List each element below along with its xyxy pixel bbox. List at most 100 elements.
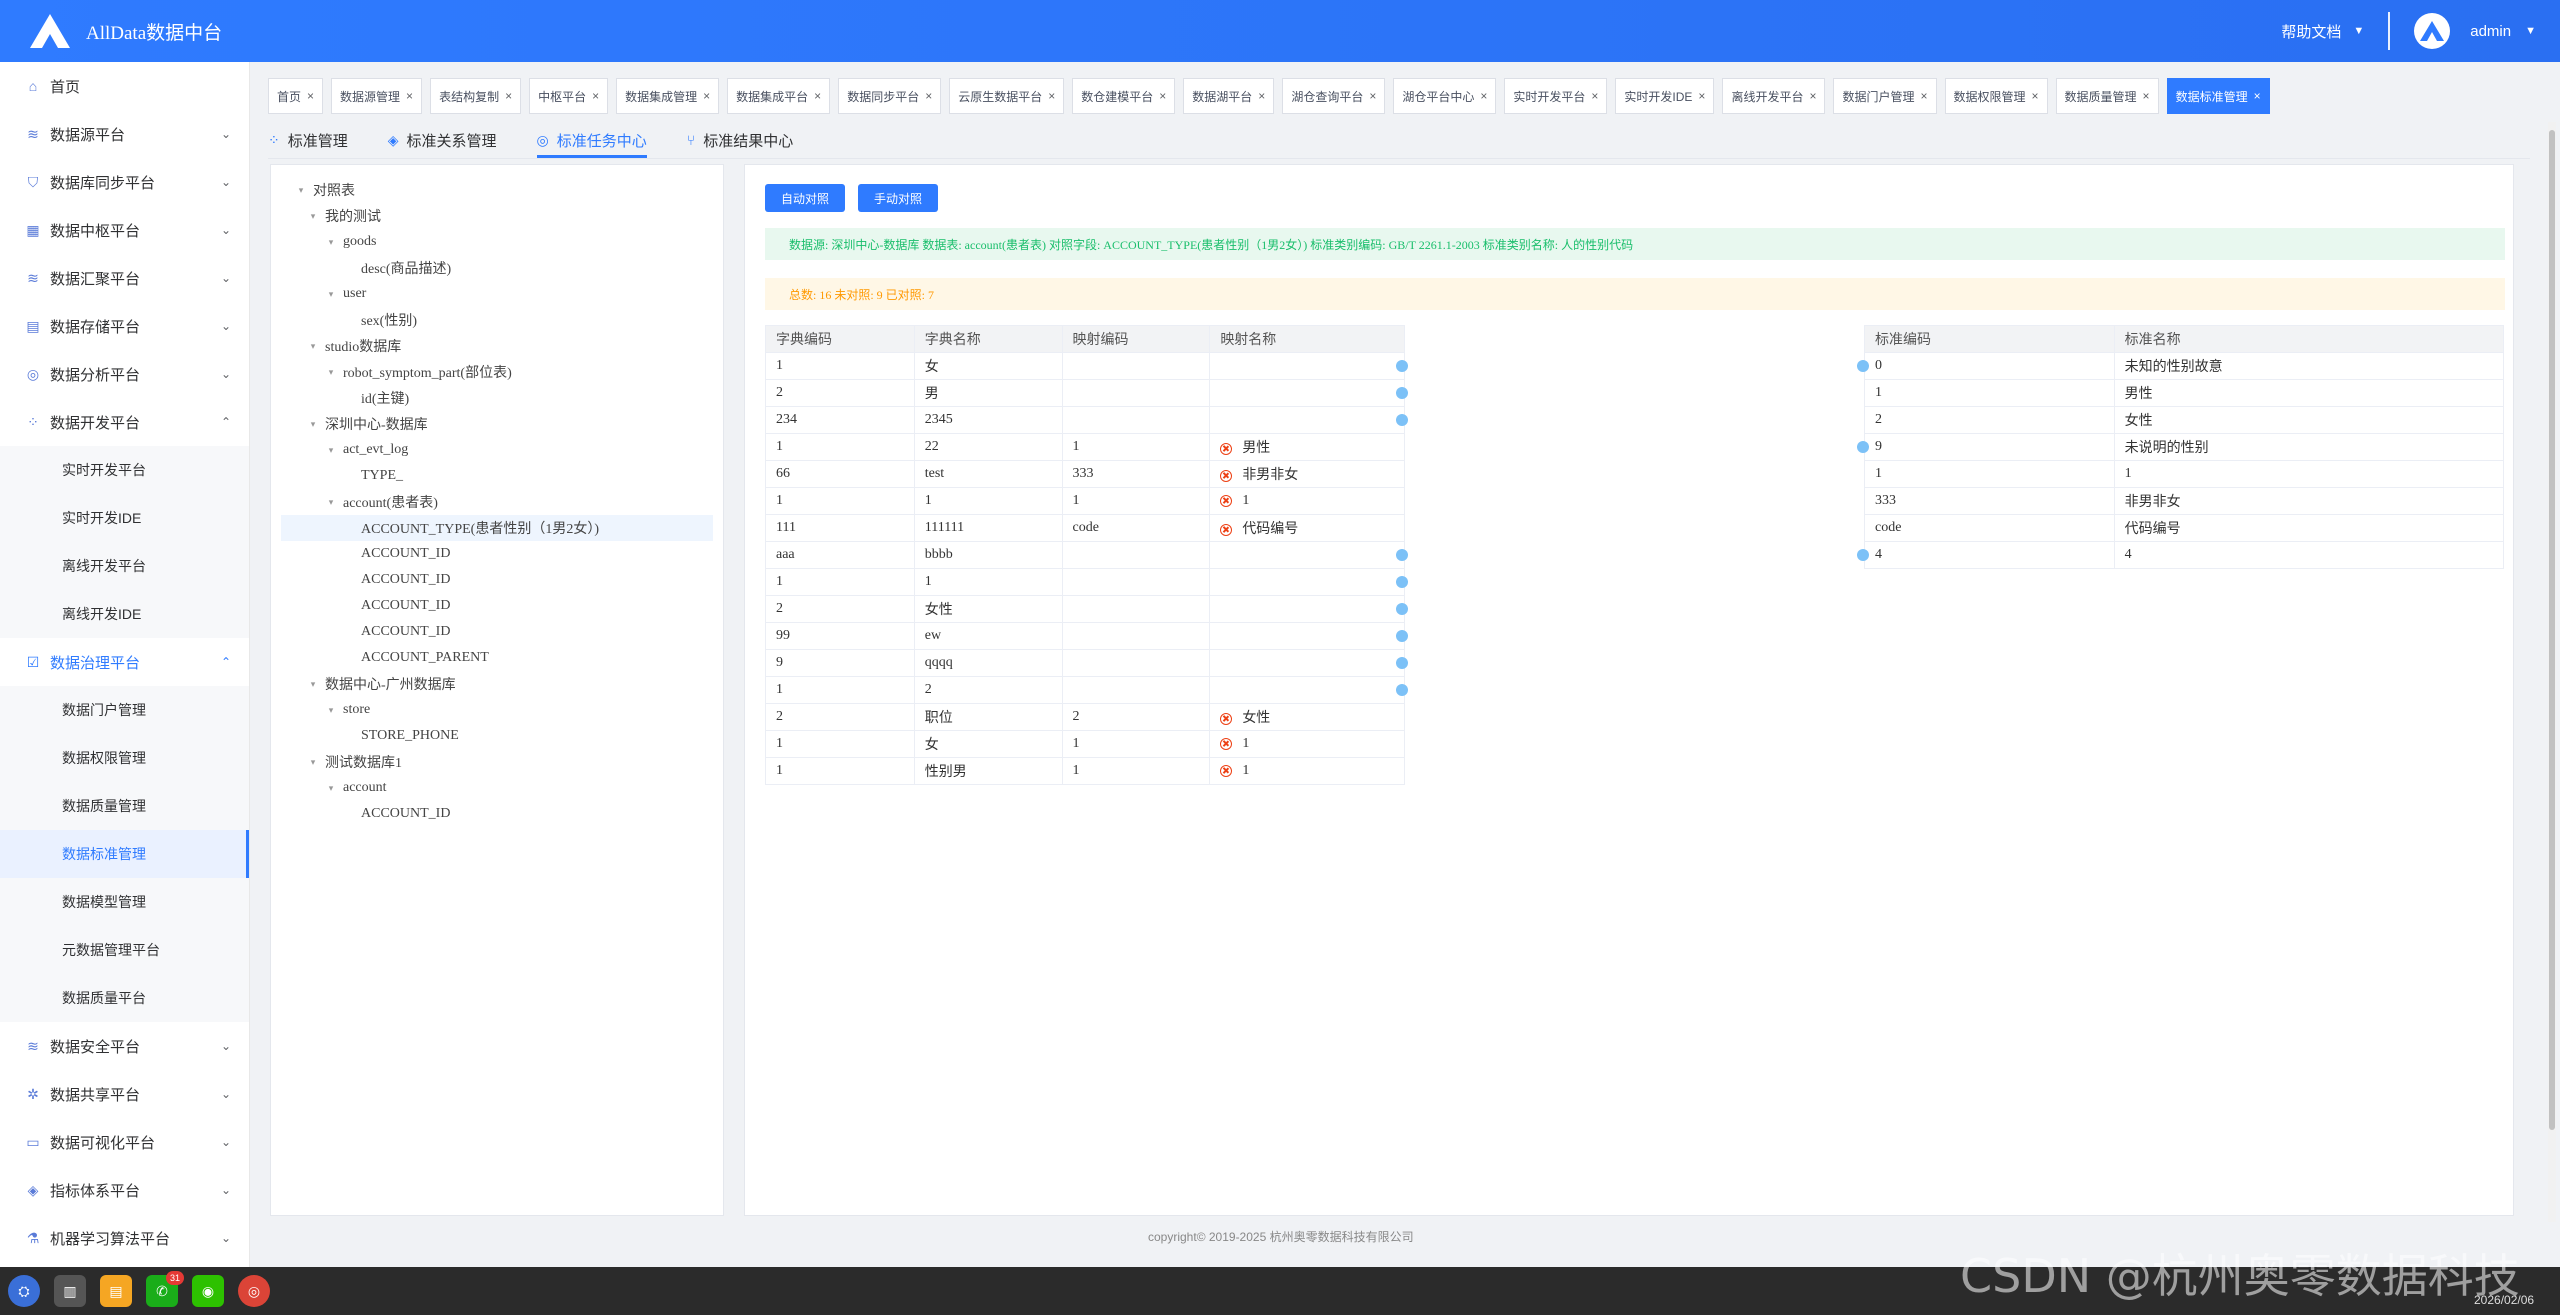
caret-down-icon[interactable]: ▾: [323, 497, 339, 508]
page-tab[interactable]: 数据湖平台 ×: [1183, 78, 1275, 114]
avatar[interactable]: [2414, 13, 2451, 49]
close-icon[interactable]: ×: [703, 89, 710, 103]
page-tab[interactable]: 实时开发IDE ×: [1615, 78, 1715, 114]
page-tab[interactable]: 湖仓查询平台 ×: [1282, 78, 1386, 114]
sidebar-item-dev[interactable]: ⁘ 数据开发平台 ⌃: [0, 398, 249, 446]
tree-node[interactable]: ACCOUNT_ID: [281, 593, 713, 619]
caret-down-icon[interactable]: ▾: [293, 185, 309, 196]
page-tab[interactable]: 中枢平台 ×: [529, 78, 609, 114]
page-tab[interactable]: 数据源管理 ×: [331, 78, 423, 114]
tree-node[interactable]: ACCOUNT_ID: [281, 541, 713, 567]
tab-standard-relation[interactable]: ◈ 标准关系管理: [388, 124, 497, 156]
caret-down-icon[interactable]: ▾: [305, 341, 321, 352]
page-tab[interactable]: 数据权限管理 ×: [1944, 78, 2048, 114]
task-view-icon[interactable]: ▥: [54, 1275, 86, 1307]
close-icon[interactable]: ×: [1591, 89, 1598, 103]
tree-node[interactable]: ▾ user: [281, 281, 713, 307]
table-row[interactable]: 2男: [765, 379, 1405, 407]
caret-down-icon[interactable]: ▾: [305, 757, 321, 768]
table-row[interactable]: 2 女性: [1864, 406, 2505, 434]
connector-dot[interactable]: [1396, 603, 1408, 615]
connector-dot[interactable]: [1857, 441, 1869, 453]
connector-dot[interactable]: [1396, 657, 1408, 669]
table-row[interactable]: 11: [1864, 460, 2505, 488]
connector-dot[interactable]: [1396, 576, 1408, 588]
remove-mapping-icon[interactable]: [1220, 737, 1233, 750]
sidebar-item-share[interactable]: ✲ 数据共享平台 ⌄: [0, 1070, 249, 1118]
sidebar-subitem[interactable]: 实时开发IDE: [0, 494, 249, 542]
tree-node[interactable]: ACCOUNT_PARENT: [281, 645, 713, 671]
close-icon[interactable]: ×: [307, 89, 314, 103]
remove-mapping-icon[interactable]: [1220, 523, 1233, 536]
tree-node[interactable]: ▾ 数据中心-广州数据库: [281, 671, 713, 697]
page-tab[interactable]: 数据门户管理 ×: [1833, 78, 1937, 114]
sidebar-item-metrics[interactable]: ◈ 指标体系平台 ⌄: [0, 1166, 249, 1214]
tree-node[interactable]: ▾ store: [281, 697, 713, 723]
page-tab[interactable]: 数仓建模平台 ×: [1072, 78, 1176, 114]
wechat-icon[interactable]: ◉: [192, 1275, 224, 1307]
connector-dot[interactable]: [1396, 630, 1408, 642]
sidebar-item-datasource[interactable]: ≋ 数据源平台 ⌄: [0, 110, 249, 158]
sidebar-item-security[interactable]: ≋ 数据安全平台 ⌄: [0, 1022, 249, 1070]
close-icon[interactable]: ×: [2032, 89, 2039, 103]
table-row[interactable]: 2 职位 2 女性: [765, 703, 1405, 731]
table-row[interactable]: aaa bbbb: [765, 541, 1405, 569]
sidebar-item-db-sync[interactable]: ⛉ 数据库同步平台 ⌄: [0, 158, 249, 206]
table-row[interactable]: 234 2345: [765, 406, 1405, 434]
caret-down-icon[interactable]: ▾: [323, 783, 339, 794]
tree-node[interactable]: id(主键): [281, 385, 713, 411]
connector-dot[interactable]: [1857, 549, 1869, 561]
page-tab[interactable]: 数据质量管理 ×: [2055, 78, 2159, 114]
user-menu[interactable]: admin ▼: [2470, 23, 2536, 40]
sidebar-subitem[interactable]: 数据质量管理: [0, 782, 249, 830]
tab-standard-manage[interactable]: ⁘ 标准管理: [268, 124, 348, 156]
page-tab[interactable]: 表结构复制 ×: [430, 78, 522, 114]
page-scrollbar[interactable]: [2548, 122, 2556, 1222]
connector-dot[interactable]: [1396, 684, 1408, 696]
tree-node[interactable]: ▾ act_evt_log: [281, 437, 713, 463]
sidebar-item-analysis[interactable]: ◎ 数据分析平台 ⌄: [0, 350, 249, 398]
tree-node[interactable]: TYPE_: [281, 463, 713, 489]
sidebar-subitem[interactable]: 数据门户管理: [0, 686, 249, 734]
table-row[interactable]: 333 非男非女: [1864, 487, 2505, 515]
close-icon[interactable]: ×: [1480, 89, 1487, 103]
sidebar-item-aggregation[interactable]: ≋ 数据汇聚平台 ⌄: [0, 254, 249, 302]
sidebar-subitem-standard[interactable]: 数据标准管理: [0, 830, 249, 878]
file-manager-icon[interactable]: ▤: [100, 1275, 132, 1307]
table-row[interactable]: code 代码编号: [1864, 514, 2505, 542]
caret-down-icon[interactable]: ▾: [305, 679, 321, 690]
connector-dot[interactable]: [1396, 360, 1408, 372]
app-logo[interactable]: AllData数据中台: [0, 12, 250, 50]
tree-node[interactable]: ▾ account(患者表): [281, 489, 713, 515]
sidebar-subitem[interactable]: 数据模型管理: [0, 878, 249, 926]
connector-dot[interactable]: [1857, 360, 1869, 372]
close-icon[interactable]: ×: [406, 89, 413, 103]
remove-mapping-icon[interactable]: [1220, 494, 1233, 507]
page-tab[interactable]: 离线开发平台 ×: [1722, 78, 1826, 114]
sidebar-item-home[interactable]: ⌂ 首页: [0, 62, 249, 110]
tree-node[interactable]: sex(性别): [281, 307, 713, 333]
sidebar-subitem[interactable]: 实时开发平台: [0, 446, 249, 494]
tree-node[interactable]: ▾ robot_symptom_part(部位表): [281, 359, 713, 385]
sidebar-subitem[interactable]: 数据质量平台: [0, 974, 249, 1022]
close-icon[interactable]: ×: [592, 89, 599, 103]
tree-node[interactable]: ▾ 我的测试: [281, 203, 713, 229]
connector-dot[interactable]: [1396, 414, 1408, 426]
sidebar-item-governance[interactable]: ☑ 数据治理平台 ⌃: [0, 638, 249, 686]
close-icon[interactable]: ×: [1809, 89, 1816, 103]
remove-mapping-icon[interactable]: [1220, 469, 1233, 482]
tree-node[interactable]: ACCOUNT_ID: [281, 567, 713, 593]
sidebar-subitem[interactable]: 元数据管理平台: [0, 926, 249, 974]
tree-node[interactable]: ACCOUNT_ID: [281, 619, 713, 645]
caret-down-icon[interactable]: ▾: [305, 211, 321, 222]
remove-mapping-icon[interactable]: [1220, 442, 1233, 455]
sidebar-item-ml[interactable]: ⚗ 机器学习算法平台 ⌄: [0, 1214, 249, 1262]
page-tab[interactable]: 湖仓平台中心 ×: [1393, 78, 1497, 114]
close-icon[interactable]: ×: [1920, 89, 1927, 103]
tree-node[interactable]: ▾ 测试数据库1: [281, 749, 713, 775]
close-icon[interactable]: ×: [2143, 89, 2150, 103]
remove-mapping-icon[interactable]: [1220, 712, 1233, 725]
sidebar-subitem[interactable]: 数据权限管理: [0, 734, 249, 782]
page-tab[interactable]: 数据集成平台 ×: [727, 78, 831, 114]
table-row[interactable]: 1女: [765, 352, 1405, 380]
